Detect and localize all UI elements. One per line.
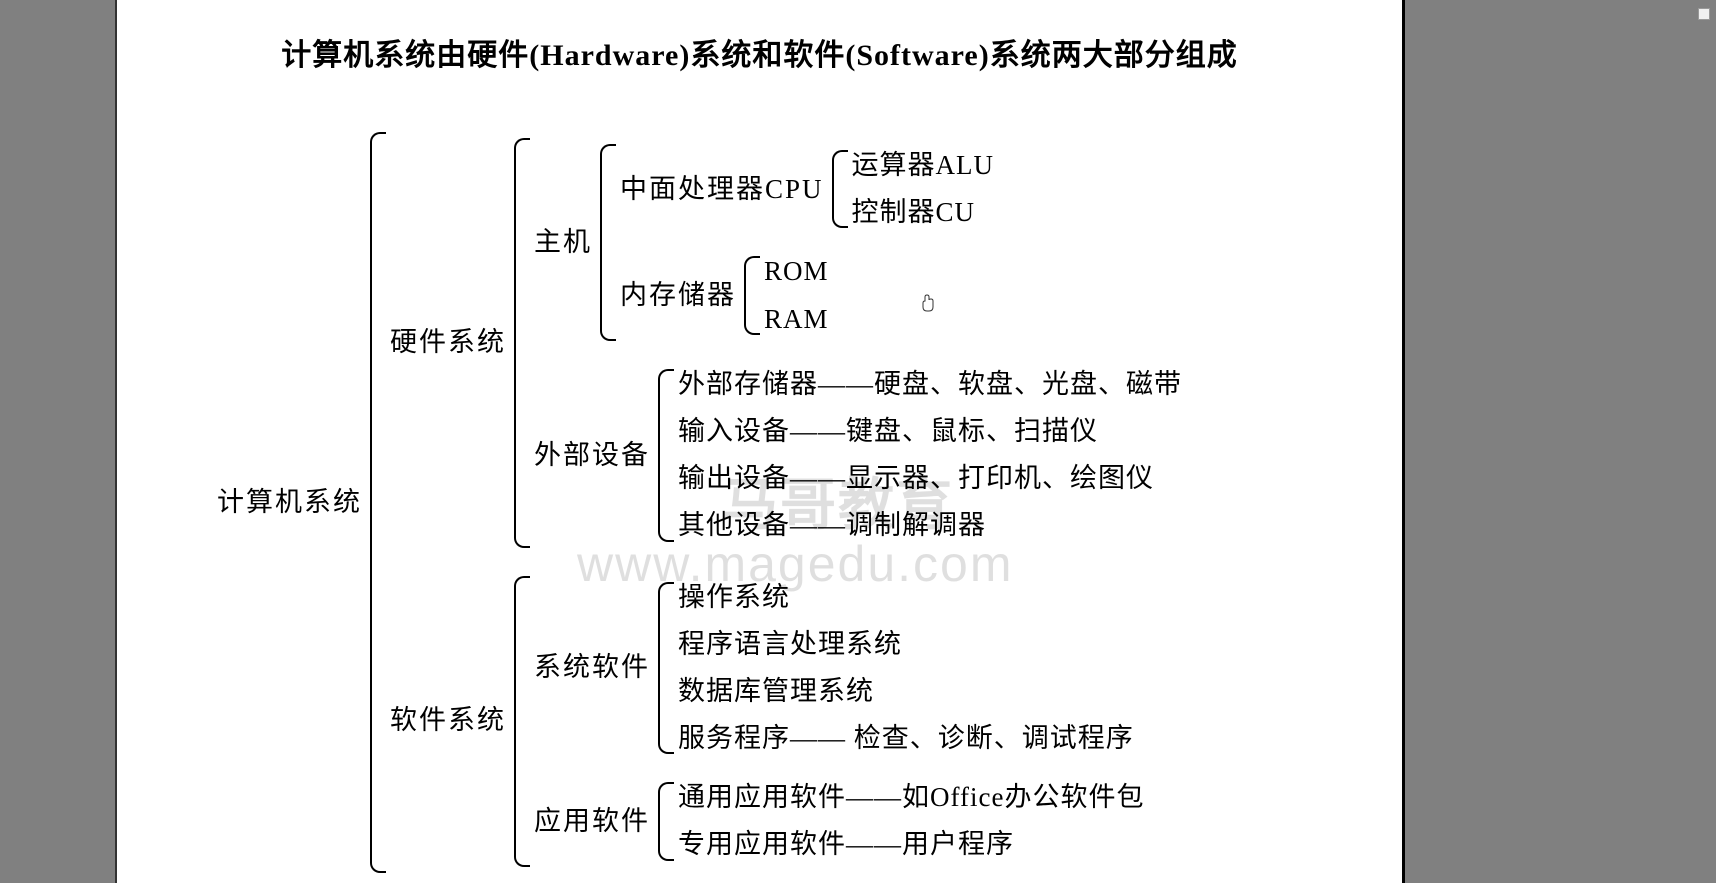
- cpu-item-alu: 运算器ALU: [852, 142, 995, 189]
- external-item-storage: 外部存储器——硬盘、软盘、光盘、磁带: [678, 361, 1182, 408]
- memory-label: 内存储器: [620, 274, 744, 317]
- system-software-node: 系统软件 操作系统 程序语言处理系统 数据库管理系统 服务程序—— 检查、诊断、…: [534, 574, 1144, 763]
- app-item-special: 专用应用软件——用户程序: [678, 821, 1144, 868]
- software-children: 系统软件 操作系统 程序语言处理系统 数据库管理系统 服务程序—— 检查、诊断、…: [514, 568, 1144, 875]
- cpu-node: 中面处理器CPU 运算器ALU 控制器CU: [620, 142, 994, 236]
- external-node: 外部设备 外部存储器——硬盘、软盘、光盘、磁带 输入设备——键盘、鼠标、扫描仪 …: [534, 361, 1182, 550]
- app-software-label: 应用软件: [534, 800, 658, 843]
- hardware-node: 硬件系统 主机 中面处理器CPU 运算器ALU 控制器CU: [390, 130, 1182, 556]
- external-item-output: 输出设备——显示器、打印机、绘图仪: [678, 455, 1182, 502]
- scroll-indicator[interactable]: [1698, 8, 1710, 20]
- hierarchy-tree: 计算机系统 硬件系统 主机 中面处理器CPU: [157, 124, 1362, 881]
- software-label: 软件系统: [390, 699, 514, 742]
- external-label: 外部设备: [534, 434, 658, 477]
- system-software-children: 操作系统 程序语言处理系统 数据库管理系统 服务程序—— 检查、诊断、调试程序: [658, 574, 1134, 763]
- sys-item-db: 数据库管理系统: [678, 668, 1134, 715]
- root-children: 硬件系统 主机 中面处理器CPU 运算器ALU 控制器CU: [370, 124, 1182, 881]
- cpu-children: 运算器ALU 控制器CU: [832, 142, 995, 236]
- sys-item-lang: 程序语言处理系统: [678, 621, 1134, 668]
- app-software-node: 应用软件 通用应用软件——如Office办公软件包 专用应用软件——用户程序: [534, 774, 1144, 868]
- hardware-children: 主机 中面处理器CPU 运算器ALU 控制器CU: [514, 130, 1182, 556]
- host-children: 中面处理器CPU 运算器ALU 控制器CU 内存储器 ROM: [600, 136, 994, 349]
- memory-item-rom: ROM: [764, 248, 829, 295]
- system-software-label: 系统软件: [534, 646, 658, 689]
- memory-node: 内存储器 ROM RAM: [620, 248, 994, 342]
- software-node: 软件系统 系统软件 操作系统 程序语言处理系统 数据库管理系统 服务程序—— 检…: [390, 568, 1182, 875]
- sys-item-service: 服务程序—— 检查、诊断、调试程序: [678, 715, 1134, 762]
- cpu-item-cu: 控制器CU: [852, 189, 995, 236]
- document-page: 计算机系统由硬件(Hardware)系统和软件(Software)系统两大部分组…: [115, 0, 1405, 883]
- page-title: 计算机系统由硬件(Hardware)系统和软件(Software)系统两大部分组…: [157, 30, 1362, 74]
- root-node: 计算机系统 硬件系统 主机 中面处理器CPU: [157, 124, 1362, 881]
- app-item-general: 通用应用软件——如Office办公软件包: [678, 774, 1144, 821]
- app-software-children: 通用应用软件——如Office办公软件包 专用应用软件——用户程序: [658, 774, 1144, 868]
- root-label: 计算机系统: [217, 481, 370, 524]
- host-node: 主机 中面处理器CPU 运算器ALU 控制器CU: [534, 136, 1182, 349]
- external-item-input: 输入设备——键盘、鼠标、扫描仪: [678, 408, 1182, 455]
- external-item-other: 其他设备——调制解调器: [678, 502, 1182, 549]
- sys-item-os: 操作系统: [678, 574, 1134, 621]
- cpu-label: 中面处理器CPU: [620, 168, 832, 211]
- memory-item-ram: RAM: [764, 296, 829, 343]
- hardware-label: 硬件系统: [390, 321, 514, 364]
- external-children: 外部存储器——硬盘、软盘、光盘、磁带 输入设备——键盘、鼠标、扫描仪 输出设备—…: [658, 361, 1182, 550]
- host-label: 主机: [534, 221, 600, 264]
- memory-children: ROM RAM: [744, 248, 829, 342]
